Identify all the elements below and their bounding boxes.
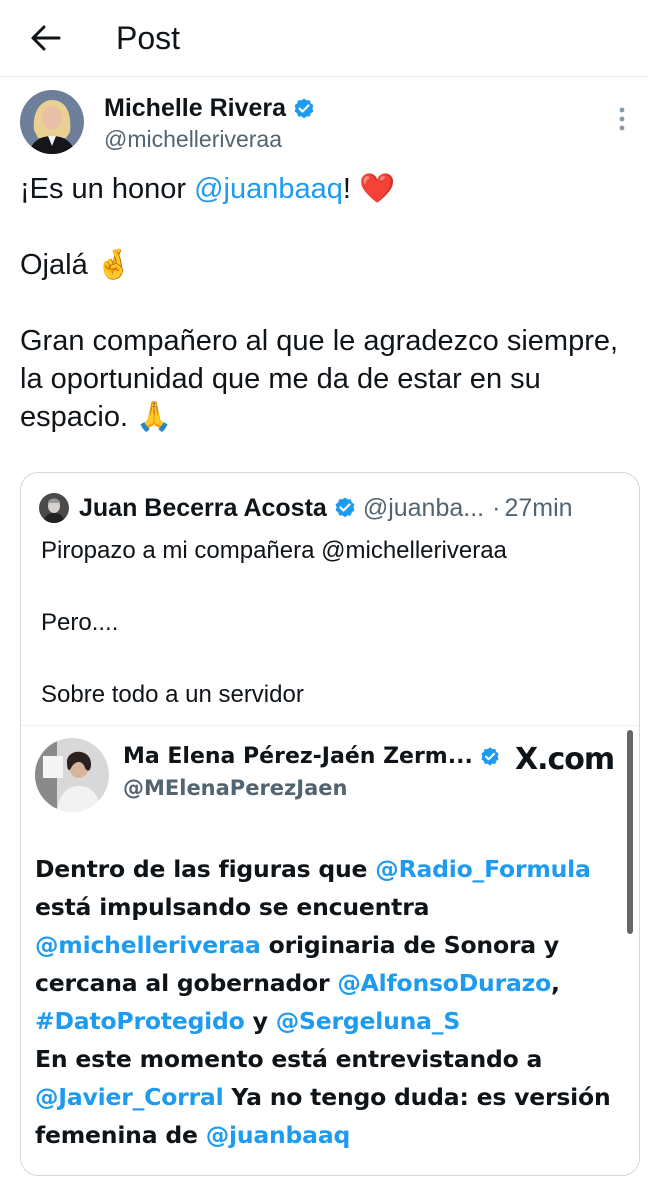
- separator-dot: ·: [492, 493, 501, 522]
- card-author-name: Ma Elena Pérez-Jaén Zerm...: [123, 744, 501, 769]
- card-author-avatar: [35, 738, 109, 812]
- post-author-row: Michelle Rivera @michelleriveraa: [20, 90, 630, 158]
- verified-badge-icon: [479, 746, 501, 768]
- text-segment: Ojalá: [20, 249, 96, 281]
- x-logo-brand: X.com: [515, 742, 615, 777]
- hashtag-link: #DatoProtegido: [35, 1007, 245, 1035]
- author-name[interactable]: Michelle Rivera: [104, 94, 316, 123]
- text-segment: ,: [551, 969, 560, 997]
- crossed-fingers-emoji-icon: 🤞: [95, 249, 132, 281]
- quoted-author-handle: @juanba...: [362, 493, 485, 522]
- card-text: Dentro de las figuras que @Radio_Formula…: [35, 850, 613, 1154]
- mention-link: @Javier_Corral: [35, 1083, 224, 1111]
- quoted-line-3: Sobre todo a un servidor: [41, 681, 304, 708]
- author-name-text: Michelle Rivera: [104, 94, 287, 122]
- mention-link: @AlfonsoDurazo: [337, 969, 552, 997]
- more-options-icon[interactable]: [614, 104, 630, 134]
- mention-link: @juanbaaq: [205, 1121, 351, 1149]
- quoted-line-2: Pero....: [41, 609, 119, 636]
- card-scrollbar: [627, 730, 633, 934]
- page-title: Post: [116, 19, 181, 56]
- verified-badge-icon: [292, 97, 316, 121]
- text-segment: Gran compañero al que le agradezco siemp…: [20, 325, 619, 433]
- post-line-1: ¡Es un honor @juanbaaq! ❤️: [20, 170, 628, 208]
- mention-link[interactable]: @juanbaaq: [194, 173, 343, 205]
- post-line-3: Gran compañero al que le agradezco siemp…: [20, 322, 628, 436]
- top-bar: Post: [0, 0, 648, 77]
- text-segment: está impulsando se encuentra: [35, 893, 430, 921]
- text-segment: ¡Es un honor: [20, 173, 195, 205]
- text-segment: Dentro de las figuras que: [35, 855, 376, 883]
- card-author-name-text: Ma Elena Pérez-Jaén Zerm...: [123, 744, 473, 769]
- back-arrow-icon[interactable]: [26, 18, 66, 58]
- mention-link: @michelleriveraa: [35, 931, 261, 959]
- quoted-post[interactable]: Juan Becerra Acosta @juanba... · 27min P…: [20, 472, 640, 1176]
- quoted-line-1: Piropazo a mi compañera @michelleriveraa: [41, 537, 507, 564]
- quoted-post-header: Juan Becerra Acosta @juanba... · 27min: [39, 491, 621, 525]
- quoted-post-time: 27min: [504, 493, 573, 522]
- text-segment: !: [342, 173, 360, 205]
- text-segment: y: [244, 1007, 276, 1035]
- author-avatar[interactable]: [20, 90, 84, 154]
- quoted-author-name: Juan Becerra Acosta: [79, 493, 327, 522]
- embedded-screenshot-card: Ma Elena Pérez-Jaén Zerm... @MElenaPerez…: [21, 725, 639, 1175]
- mention-link: @Sergeluna_S: [275, 1007, 461, 1035]
- folded-hands-emoji-icon: 🙏: [136, 401, 173, 433]
- heart-emoji-icon: ❤️: [359, 173, 396, 205]
- quoted-post-text: Piropazo a mi compañera @michelleriveraa…: [41, 533, 619, 713]
- post-line-2: Ojalá 🤞: [20, 246, 628, 284]
- quoted-author-avatar: [39, 493, 69, 523]
- card-author-handle: @MElenaPerezJaen: [123, 776, 348, 800]
- text-segment: En este momento está entrevistando a: [35, 1045, 543, 1073]
- verified-badge-icon: [333, 496, 357, 520]
- author-handle[interactable]: @michelleriveraa: [104, 126, 282, 153]
- mention-link: @Radio_Formula: [375, 855, 591, 883]
- post-text: ¡Es un honor @juanbaaq! ❤️ Ojalá 🤞 Gran …: [20, 170, 628, 436]
